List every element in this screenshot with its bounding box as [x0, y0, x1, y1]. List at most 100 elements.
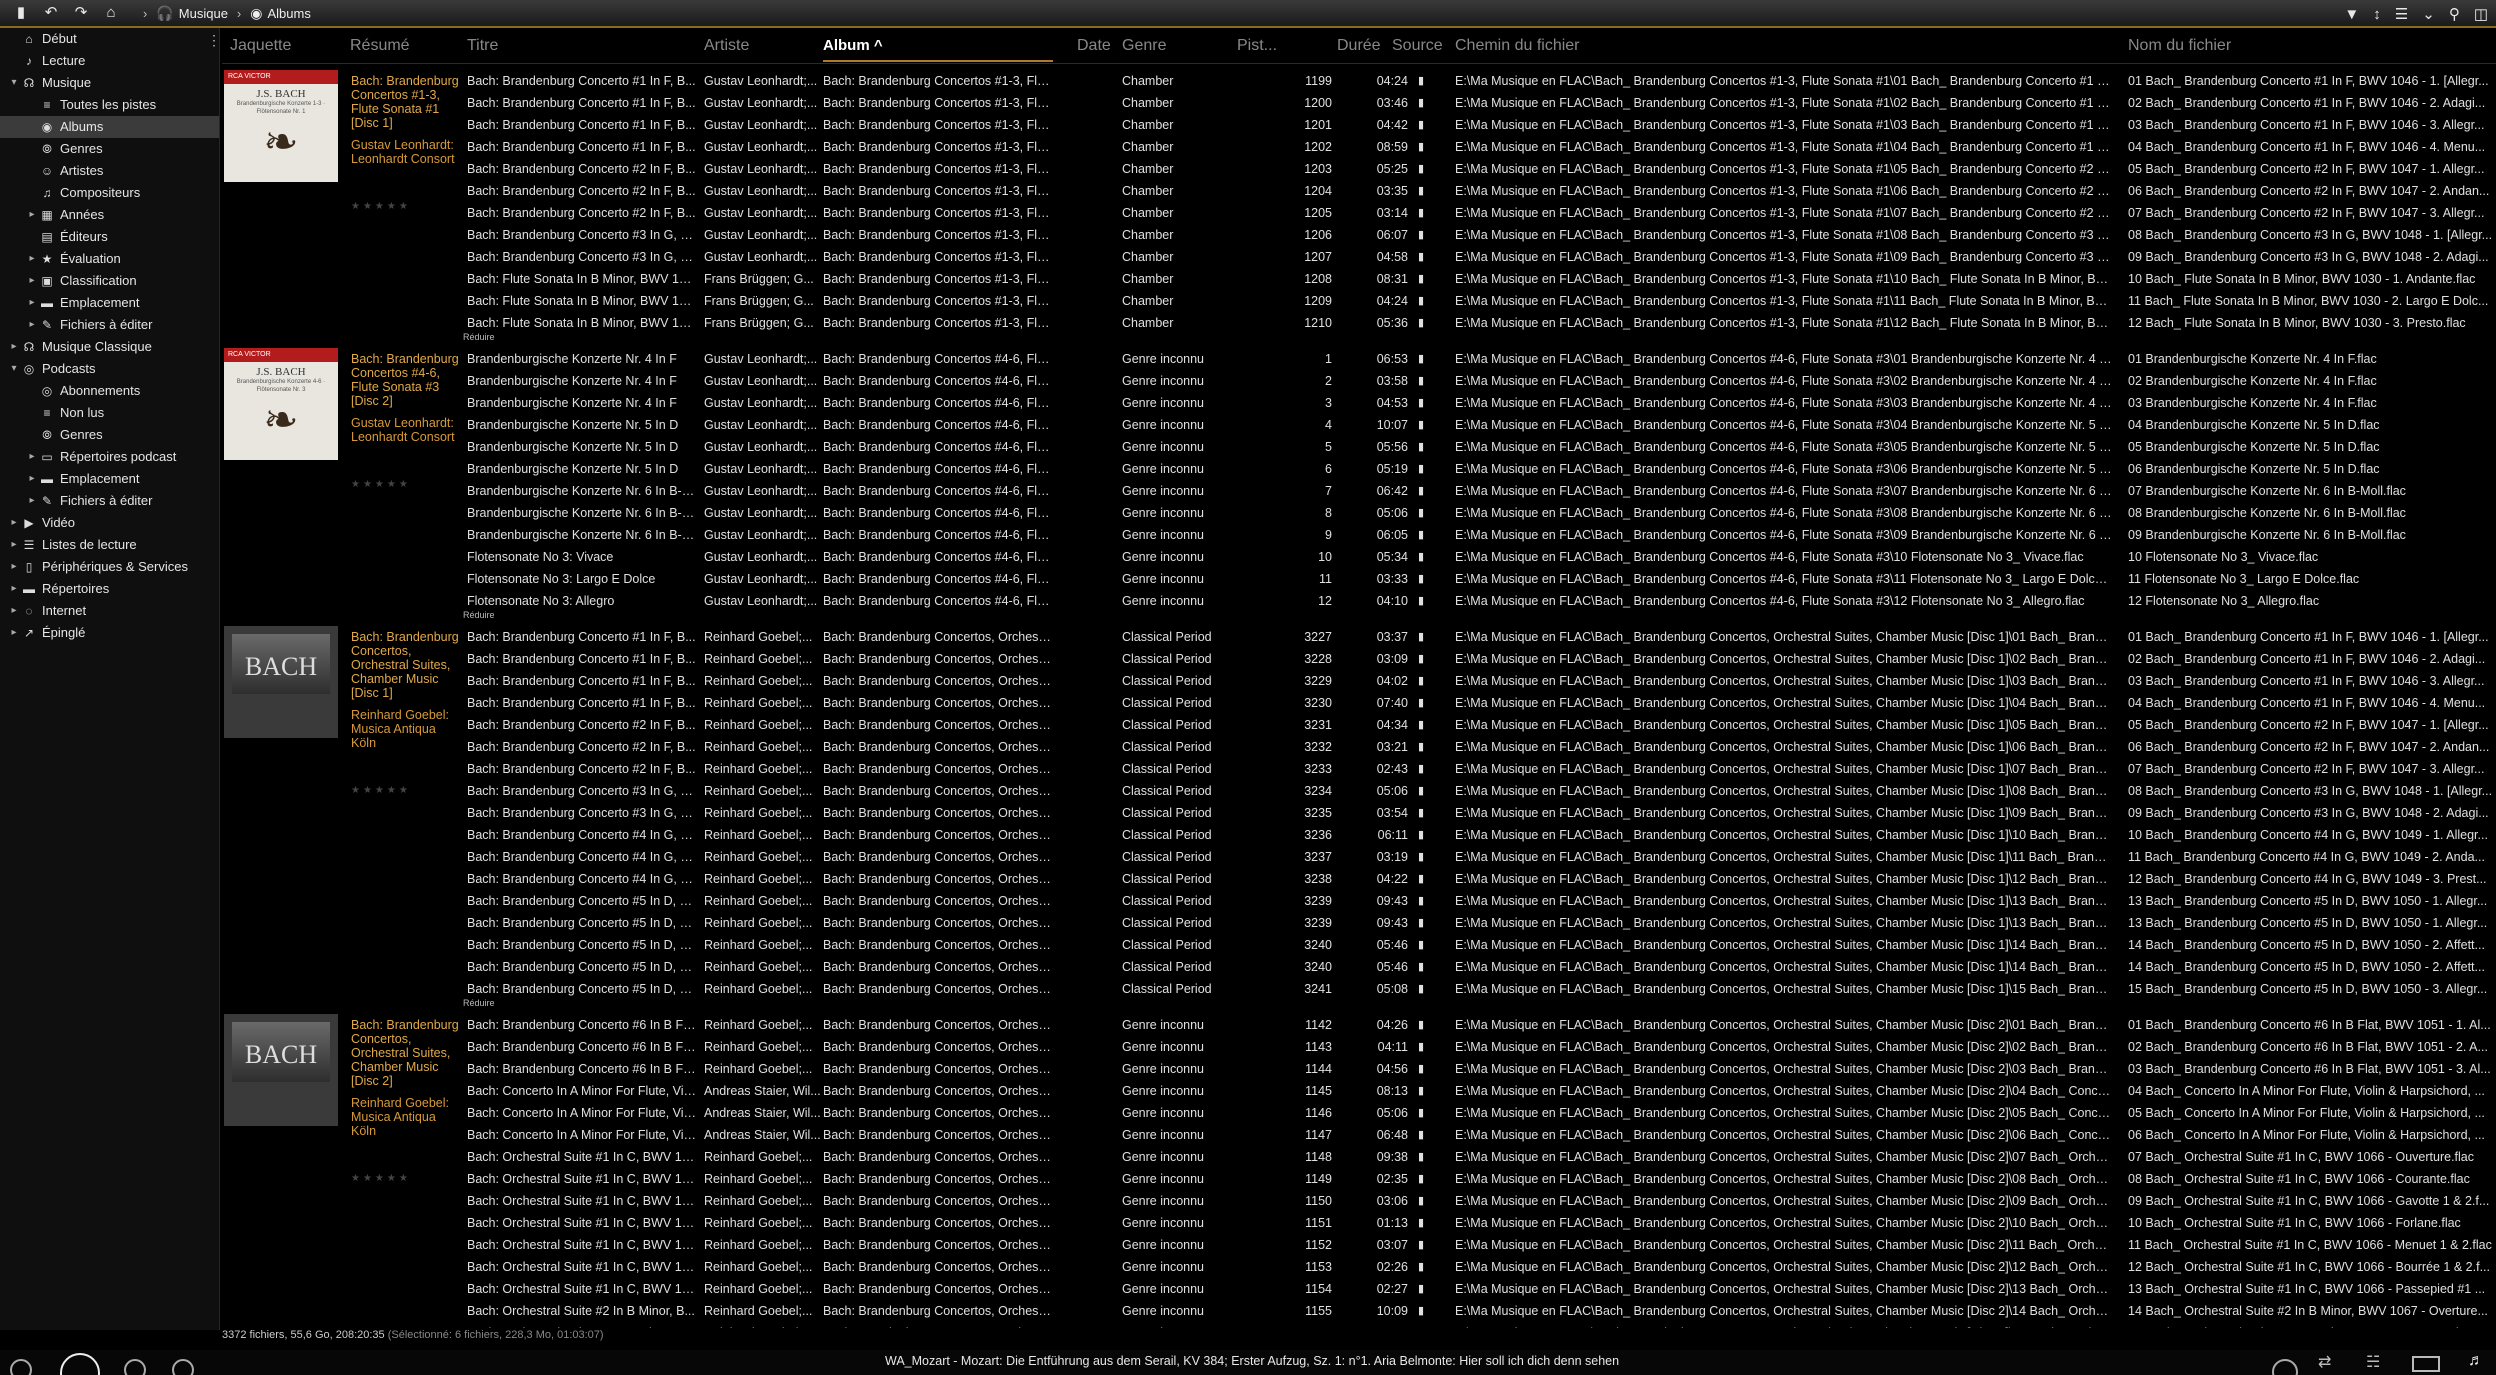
next-icon[interactable]: [172, 1359, 194, 1375]
play-button[interactable]: [60, 1353, 100, 1375]
table-row[interactable]: Flotensonate No 3: Vivace Gustav Leonhard…: [222, 546, 2496, 568]
table-row[interactable]: Bach: Brandenburg Concerto #1 In F, B...…: [222, 70, 2496, 92]
table-row[interactable]: Bach: Brandenburg Concerto #3 In G, B...…: [222, 224, 2496, 246]
table-row[interactable]: Bach: Brandenburg Concerto #3 In G, B...…: [222, 802, 2496, 824]
chevron-down-icon[interactable]: ⌄: [2422, 5, 2435, 23]
column-header-artist[interactable]: Artiste: [704, 28, 749, 64]
chevron-right-icon[interactable]: ▸: [8, 622, 20, 644]
sidebar-item-1[interactable]: ♪ Lecture: [0, 50, 219, 72]
chevron-right-icon[interactable]: ▸: [26, 468, 38, 490]
table-row[interactable]: Brandenburgische Konzerte Nr. 6 In B-Mol…: [222, 502, 2496, 524]
table-row[interactable]: Bach: Brandenburg Concerto #1 In F, B...…: [222, 626, 2496, 648]
sidebar-item-17[interactable]: ≡ Non lus: [0, 402, 219, 424]
sidebar-item-26[interactable]: ▸ ◌ Internet: [0, 600, 219, 622]
collapse-link[interactable]: Réduire: [463, 610, 495, 620]
column-header-title[interactable]: Titre: [467, 28, 498, 64]
table-row[interactable]: Bach: Brandenburg Concerto #5 In D, B...…: [222, 890, 2496, 912]
sidebar-item-11[interactable]: ▸ ▣ Classification: [0, 270, 219, 292]
sidebar-item-23[interactable]: ▸ ☰ Listes de lecture: [0, 534, 219, 556]
table-row[interactable]: Brandenburgische Konzerte Nr. 5 In D Gust…: [222, 414, 2496, 436]
sidebar-item-14[interactable]: ▸ ☊ Musique Classique: [0, 336, 219, 358]
table-row[interactable]: Bach: Brandenburg Concerto #1 In F, B...…: [222, 670, 2496, 692]
table-row[interactable]: Bach: Orchestral Suite #1 In C, BWV 10..…: [222, 1234, 2496, 1256]
column-header-summary[interactable]: Résumé: [350, 28, 410, 64]
table-row[interactable]: Bach: Orchestral Suite #1 In C, BWV 10..…: [222, 1212, 2496, 1234]
table-row[interactable]: Bach: Concerto In A Minor For Flute, Vio…: [222, 1102, 2496, 1124]
table-row[interactable]: Bach: Brandenburg Concerto #1 In F, B...…: [222, 136, 2496, 158]
table-row[interactable]: Bach: Brandenburg Concerto #6 In B Fla..…: [222, 1036, 2496, 1058]
table-row[interactable]: Bach: Brandenburg Concerto #6 In B Fla..…: [222, 1014, 2496, 1036]
table-row[interactable]: Bach: Flute Sonata In B Minor, BWV 103..…: [222, 290, 2496, 312]
sidebar-item-25[interactable]: ▸ ▬ Répertoires: [0, 578, 219, 600]
table-row[interactable]: Bach: Brandenburg Concerto #2 In F, B...…: [222, 714, 2496, 736]
table-row[interactable]: Bach: Brandenburg Concerto #5 In D, B...…: [222, 912, 2496, 934]
chevron-right-icon[interactable]: ▸: [8, 600, 20, 622]
chevron-down-icon[interactable]: ▾: [8, 72, 20, 94]
table-row[interactable]: Bach: Brandenburg Concerto #6 In B Fla..…: [222, 1058, 2496, 1080]
table-row[interactable]: Brandenburgische Konzerte Nr. 4 In F Gust…: [222, 370, 2496, 392]
collapse-link[interactable]: Réduire: [463, 332, 495, 342]
table-row[interactable]: Bach: Brandenburg Concerto #4 In G, B...…: [222, 846, 2496, 868]
chevron-right-icon[interactable]: ▸: [26, 248, 38, 270]
breadcrumb-item-albums[interactable]: Albums: [267, 6, 310, 21]
search-icon[interactable]: ⚲: [2449, 5, 2460, 23]
sidebar-item-13[interactable]: ▸ ✎ Fichiers à éditer: [0, 314, 219, 336]
column-header-source[interactable]: Source: [1392, 28, 1443, 64]
equalizer-icon[interactable]: ☵: [2366, 1352, 2380, 1372]
column-header-cover[interactable]: Jaquette: [230, 28, 291, 64]
table-row[interactable]: Bach: Brandenburg Concerto #1 In F, B...…: [222, 92, 2496, 114]
sidebar-item-20[interactable]: ▸ ▬ Emplacement: [0, 468, 219, 490]
table-row[interactable]: Bach: Brandenburg Concerto #2 In F, B...…: [222, 202, 2496, 224]
sidebar-item-22[interactable]: ▸ ▶ Vidéo: [0, 512, 219, 534]
loop-icon[interactable]: [2272, 1359, 2298, 1375]
table-row[interactable]: Bach: Orchestral Suite #1 In C, BWV 10..…: [222, 1278, 2496, 1300]
table-row[interactable]: Bach: Flute Sonata In B Minor, BWV 103..…: [222, 312, 2496, 334]
sidebar-item-9[interactable]: ▤ Éditeurs: [0, 226, 219, 248]
table-row[interactable]: Brandenburgische Konzerte Nr. 6 In B-Mol…: [222, 480, 2496, 502]
collapse-link[interactable]: Réduire: [463, 998, 495, 1008]
table-row[interactable]: Bach: Concerto In A Minor For Flute, Vio…: [222, 1124, 2496, 1146]
sidebar-item-8[interactable]: ▸ ▦ Années: [0, 204, 219, 226]
sidebar-item-19[interactable]: ▸ ▭ Répertoires podcast: [0, 446, 219, 468]
sidebar-item-27[interactable]: ▸ ↗ Épinglé: [0, 622, 219, 644]
sidebar-item-7[interactable]: ♫ Compositeurs: [0, 182, 219, 204]
table-row[interactable]: Brandenburgische Konzerte Nr. 5 In D Gust…: [222, 436, 2496, 458]
sidebar-item-12[interactable]: ▸ ▬ Emplacement: [0, 292, 219, 314]
sidebar-item-2[interactable]: ▾ ☊ Musique: [0, 72, 219, 94]
sidebar-item-18[interactable]: ⦾ Genres: [0, 424, 219, 446]
chevron-right-icon[interactable]: ▸: [26, 490, 38, 512]
column-header-duration[interactable]: Durée: [1337, 28, 1381, 64]
table-row[interactable]: Bach: Brandenburg Concerto #5 In D, B...…: [222, 956, 2496, 978]
breadcrumb-item-music[interactable]: Musique: [179, 6, 228, 21]
table-row[interactable]: Flotensonate No 3: Allegro Gustav Leonhar…: [222, 590, 2496, 612]
filter-icon[interactable]: ▼: [2344, 6, 2359, 23]
table-row[interactable]: Bach: Brandenburg Concerto #2 In F, B...…: [222, 158, 2496, 180]
table-row[interactable]: Brandenburgische Konzerte Nr. 5 In D Gust…: [222, 458, 2496, 480]
table-row[interactable]: Bach: Brandenburg Concerto #2 In F, B...…: [222, 736, 2496, 758]
chevron-right-icon[interactable]: ▸: [26, 292, 38, 314]
table-row[interactable]: Brandenburgische Konzerte Nr. 4 In F Gust…: [222, 348, 2496, 370]
chevron-right-icon[interactable]: ▸: [26, 446, 38, 468]
sidebar-item-10[interactable]: ▸ ★ Évaluation: [0, 248, 219, 270]
table-row[interactable]: Bach: Orchestral Suite #1 In C, BWV 10..…: [222, 1256, 2496, 1278]
column-header-album[interactable]: Album ^: [823, 28, 1053, 64]
table-row[interactable]: Bach: Orchestral Suite #2 In B Minor, B.…: [222, 1300, 2496, 1322]
table-row[interactable]: Flotensonate No 3: Largo E Dolce Gustav L…: [222, 568, 2496, 590]
column-header-date[interactable]: Date: [1077, 28, 1111, 64]
sidebar-item-15[interactable]: ▾ ◎ Podcasts: [0, 358, 219, 380]
view-list-icon[interactable]: ☰: [2395, 5, 2408, 23]
stop-icon[interactable]: [124, 1359, 146, 1375]
sidebar-item-16[interactable]: ◎ Abonnements: [0, 380, 219, 402]
table-row[interactable]: Bach: Concerto In A Minor For Flute, Vio…: [222, 1080, 2496, 1102]
sidebar-item-5[interactable]: ⦾ Genres: [0, 138, 219, 160]
shuffle-icon[interactable]: ⇄: [2318, 1352, 2331, 1372]
column-header-genre[interactable]: Genre: [1122, 28, 1166, 64]
panel-toggle-icon[interactable]: ◫: [2474, 5, 2488, 23]
chevron-right-icon[interactable]: ▸: [26, 204, 38, 226]
chevron-right-icon[interactable]: ▸: [8, 578, 20, 600]
home-icon[interactable]: ⌂: [96, 0, 126, 27]
column-header-file-name[interactable]: Nom du fichier: [2128, 28, 2231, 64]
previous-icon[interactable]: [10, 1359, 32, 1375]
chevron-right-icon[interactable]: ▸: [26, 314, 38, 336]
chevron-right-icon[interactable]: ▸: [8, 556, 20, 578]
